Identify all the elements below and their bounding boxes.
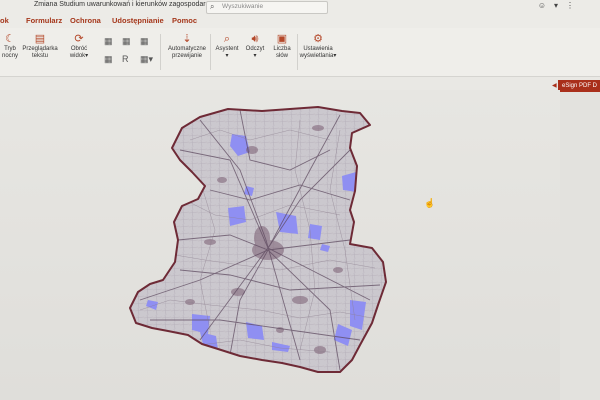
screen: Zmiana Studium uwarunkowań i kierunków z…: [0, 0, 600, 400]
two-page-icon[interactable]: ▦: [122, 36, 131, 47]
esign-panel-tab[interactable]: eSign PDF D: [558, 80, 600, 92]
tab-view[interactable]: ok: [0, 16, 9, 25]
ribbon: ☾ Tryb nocny ▤ Przeglądarka tekstu ⟳ Obr…: [0, 28, 600, 77]
display-settings-button[interactable]: ⚙ Ustawienia wyświetlania▾: [298, 33, 338, 60]
tab-formularz[interactable]: Formularz: [26, 16, 62, 25]
search-placeholder: Wyszukiwanie: [222, 3, 264, 10]
toolbar-strip: [0, 77, 600, 90]
tab-ochrona[interactable]: Ochrona: [70, 16, 101, 25]
word-count-button[interactable]: ▣ Liczba słów: [270, 33, 294, 60]
auto-scroll-icon: ⇣: [182, 33, 192, 45]
search-icon: ⌕: [210, 2, 215, 11]
divider: [160, 34, 161, 70]
auto-scroll-button[interactable]: ⇣ Automatyczne przewijanie: [164, 33, 210, 60]
grid-view-icon[interactable]: ▦: [140, 36, 149, 47]
document-title: Zmiana Studium uwarunkowań i kierunków z…: [34, 1, 216, 8]
window-controls: ☺ ▾ ⋮: [530, 1, 574, 10]
read-aloud-button[interactable]: 🔊︎ Odczyt ▾: [242, 33, 268, 60]
night-mode-button[interactable]: ☾ Tryb nocny: [0, 33, 20, 60]
speaker-icon: 🔊︎: [251, 33, 259, 45]
assistant-button[interactable]: ⌕ Asystent ▾: [214, 33, 240, 60]
moon-icon: ☾: [5, 33, 15, 45]
title-bar: Zmiana Studium uwarunkowań i kierunków z…: [0, 0, 600, 14]
rotate-view-button[interactable]: ⟳ Obróć widok▾: [64, 33, 94, 60]
text-viewer-icon: ▤: [34, 33, 46, 45]
scroll-view-icon[interactable]: ▦: [104, 54, 113, 65]
more-icon[interactable]: ⋮: [566, 1, 574, 10]
single-page-icon[interactable]: ▦: [104, 36, 113, 47]
word-count-icon: ▣: [276, 33, 288, 45]
ribbon-tabs: ok Formularz Ochrona Udostępnianie Pomoc: [0, 14, 600, 28]
text-viewer-button[interactable]: ▤ Przeglądarka tekstu: [20, 33, 60, 60]
layout-icon[interactable]: ▦▾: [140, 54, 153, 65]
divider: [210, 34, 211, 70]
assistant-icon: ⌕: [223, 33, 231, 45]
map-image: [129, 106, 387, 373]
tab-pomoc[interactable]: Pomoc: [172, 16, 197, 25]
account-icon[interactable]: ☺: [538, 1, 546, 10]
display-settings-icon: ⚙: [313, 33, 323, 45]
collapse-arrow-icon[interactable]: ◀: [552, 82, 557, 89]
document-canvas[interactable]: ☝: [0, 90, 560, 400]
pointer-icon: ☝: [424, 198, 436, 208]
reflow-icon[interactable]: R: [122, 54, 129, 64]
right-side-panel: [560, 92, 600, 400]
search-input[interactable]: ⌕ Wyszukiwanie: [206, 1, 328, 14]
rotate-icon: ⟳: [74, 33, 84, 45]
tab-udostepnianie[interactable]: Udostępnianie: [112, 16, 164, 25]
chevron-down-icon[interactable]: ▾: [554, 1, 558, 10]
